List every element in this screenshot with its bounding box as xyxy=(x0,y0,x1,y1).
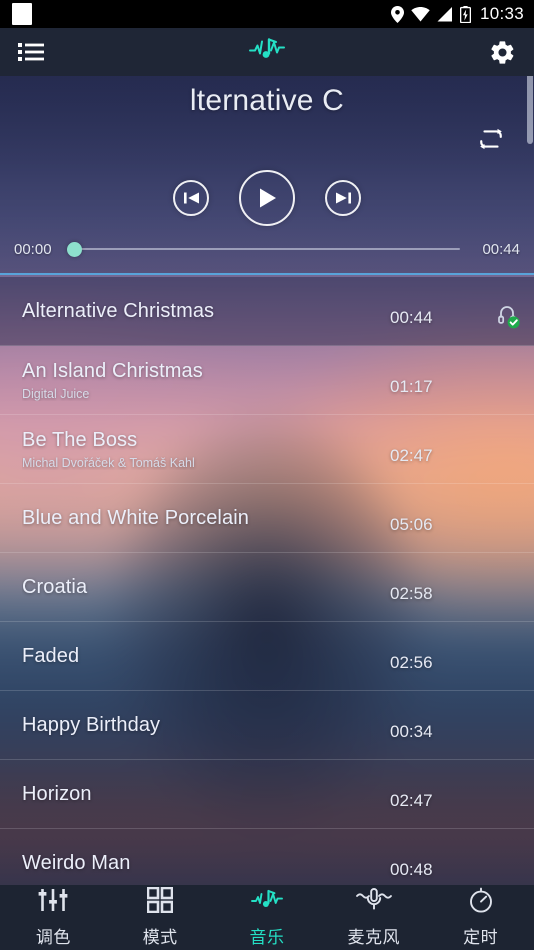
status-bar: 10:33 xyxy=(0,0,534,28)
nav-item-label: 音乐 xyxy=(249,928,285,947)
track-row[interactable]: Happy Birthday 00:34 xyxy=(0,691,534,760)
now-playing-title: lternative C xyxy=(189,84,345,117)
gear-icon-glyph xyxy=(491,40,514,64)
microphone-icon-glyph xyxy=(355,888,392,910)
equalizer-sliders-icon xyxy=(38,887,68,918)
status-bar-right: 10:33 xyxy=(390,4,524,24)
music-waveform-icon xyxy=(250,887,284,918)
track-list[interactable]: Alternative Christmas 00:44 An Island Chri… xyxy=(0,277,534,885)
nav-item-3[interactable]: 音乐 xyxy=(214,885,321,950)
track-row[interactable]: Horizon 02:47 xyxy=(0,760,534,829)
track-duration: 02:47 xyxy=(390,791,433,810)
nav-item-4[interactable]: 麦克风 xyxy=(320,885,427,950)
music-waveform-logo-icon xyxy=(247,35,287,70)
play-icon[interactable] xyxy=(239,170,295,226)
equalizer-sliders-icon-glyph xyxy=(38,889,68,911)
track-duration: 02:56 xyxy=(390,653,433,672)
track-duration: 00:44 xyxy=(390,308,433,327)
track-row-texts: Happy Birthday xyxy=(22,714,390,737)
track-row-texts: Horizon xyxy=(22,783,390,806)
track-duration: 00:48 xyxy=(390,860,433,879)
playlist-list-icon[interactable] xyxy=(18,42,44,62)
music-player-screen: 10:33 lternative C 00:00 00:44 Alternati… xyxy=(0,0,534,950)
play-glyph xyxy=(260,188,276,208)
skip-previous-glyph xyxy=(183,192,199,204)
track-row-texts: Croatia xyxy=(22,576,390,599)
track-title: Happy Birthday xyxy=(22,713,161,736)
repeat-icon-glyph xyxy=(480,128,502,150)
track-row-texts: Be The Boss Michal Dvořáček & Tomáš Kahl xyxy=(22,429,390,470)
track-title: Croatia xyxy=(22,575,88,598)
player-panel: lternative C 00:00 00:44 xyxy=(0,76,534,275)
track-title: Blue and White Porcelain xyxy=(22,506,249,529)
nav-item-label: 麦克风 xyxy=(347,928,401,947)
skip-next-glyph xyxy=(335,192,351,204)
track-artist: Michal Dvořáček & Tomáš Kahl xyxy=(22,455,195,470)
track-row-texts: An Island Christmas Digital Juice xyxy=(22,360,390,401)
status-bar-left xyxy=(12,3,32,25)
skip-previous-icon[interactable] xyxy=(173,180,209,216)
signal-icon xyxy=(437,6,452,21)
timer-clock-icon-glyph xyxy=(469,887,492,913)
nav-item-2[interactable]: 模式 xyxy=(107,885,214,950)
playback-controls xyxy=(0,170,534,226)
track-row-texts: Weirdo Man xyxy=(22,852,390,875)
track-row[interactable]: Weirdo Man 00:48 xyxy=(0,829,534,885)
track-duration: 00:34 xyxy=(390,722,433,741)
track-title: Horizon xyxy=(22,782,92,805)
track-title: An Island Christmas xyxy=(22,359,203,382)
microphone-icon xyxy=(355,887,392,918)
nav-item-label: 调色 xyxy=(35,928,71,947)
timer-clock-icon xyxy=(468,887,494,918)
track-artist: Digital Juice xyxy=(22,386,90,401)
track-row[interactable]: Faded 02:56 xyxy=(0,622,534,691)
track-row[interactable]: Blue and White Porcelain 05:06 xyxy=(0,484,534,553)
track-row-texts: Faded xyxy=(22,645,390,668)
status-bar-clock: 10:33 xyxy=(479,4,524,23)
earphone-check-icon[interactable] xyxy=(482,304,534,330)
grid-squares-icon xyxy=(146,886,174,918)
elapsed-time: 00:00 xyxy=(14,240,52,258)
track-row-texts: Blue and White Porcelain xyxy=(22,507,390,530)
grid-squares-icon-glyph xyxy=(146,886,174,914)
repeat-icon[interactable] xyxy=(474,124,508,154)
app-window-icon xyxy=(12,3,32,25)
seek-thumb[interactable] xyxy=(67,241,82,257)
earphone-check-icon-glyph xyxy=(498,306,520,329)
music-waveform-logo-glyph xyxy=(249,38,285,58)
track-title: Faded xyxy=(22,644,80,667)
player-divider xyxy=(0,273,534,275)
track-duration: 02:47 xyxy=(390,446,433,465)
track-title: Alternative Christmas xyxy=(22,299,215,322)
track-row-texts: Alternative Christmas xyxy=(22,300,390,323)
location-icon xyxy=(390,5,404,23)
track-row[interactable]: An Island Christmas Digital Juice 01:17 xyxy=(0,346,534,415)
seek-row: 00:00 00:44 xyxy=(0,240,534,258)
track-row[interactable]: Croatia 02:58 xyxy=(0,553,534,622)
playlist-list-icon-glyph xyxy=(18,43,44,61)
track-row[interactable]: Be The Boss Michal Dvořáček & Tomáš Kahl 0… xyxy=(0,415,534,484)
track-duration: 01:17 xyxy=(390,377,433,396)
skip-next-icon[interactable] xyxy=(325,180,361,216)
seek-track xyxy=(74,248,460,250)
duration-time: 00:44 xyxy=(482,240,520,258)
battery-charging-icon xyxy=(459,5,471,23)
track-title: Weirdo Man xyxy=(22,851,131,874)
nav-item-1[interactable]: 调色 xyxy=(0,885,107,950)
wifi-icon xyxy=(411,6,430,21)
nav-item-label: 定时 xyxy=(463,928,499,947)
nav-item-5[interactable]: 定时 xyxy=(427,885,534,950)
app-bar xyxy=(0,28,534,76)
seek-slider[interactable] xyxy=(67,240,460,258)
track-duration: 02:58 xyxy=(390,584,433,603)
nav-item-label: 模式 xyxy=(142,928,178,947)
music-waveform-icon-glyph xyxy=(251,889,283,907)
bottom-navigation: 调色 模式 音乐 麦克风 定时 xyxy=(0,885,534,950)
gear-icon[interactable] xyxy=(489,39,516,66)
track-title: Be The Boss xyxy=(22,428,138,451)
track-row[interactable]: Alternative Christmas 00:44 xyxy=(0,277,534,346)
track-duration: 05:06 xyxy=(390,515,433,534)
